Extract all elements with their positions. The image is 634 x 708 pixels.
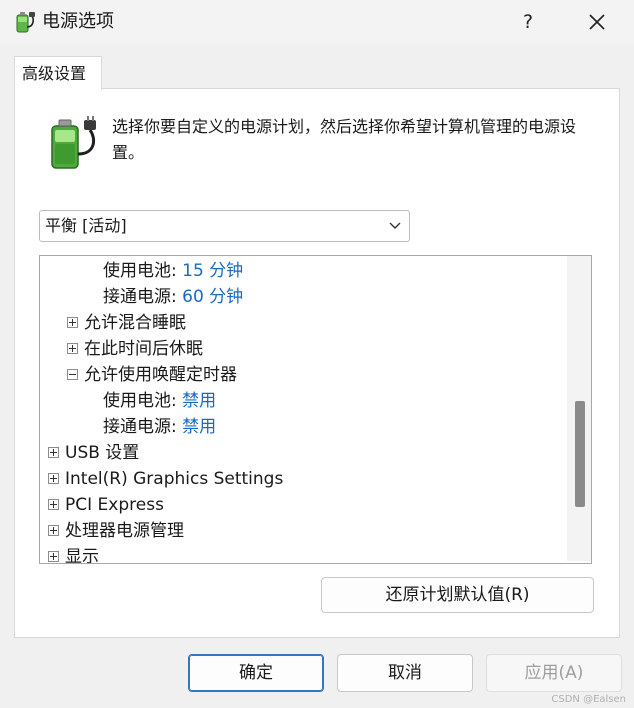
tree-item-label: PCI Express — [65, 495, 164, 515]
cancel-button[interactable]: 取消 — [337, 654, 473, 692]
tree-item-label: 使用电池: 禁用 — [103, 391, 217, 411]
tab-advanced-settings[interactable]: 高级设置 — [14, 56, 102, 90]
expand-plus-icon[interactable] — [48, 473, 59, 484]
setting-value-link[interactable]: 15 分钟 — [182, 261, 243, 281]
tree-item-label: 接通电源: 禁用 — [103, 417, 217, 437]
settings-tree[interactable]: 使用电池: 15 分钟 接通电源: 60 分钟 允许混合睡眠 在此时间后休眠 允… — [39, 255, 592, 564]
close-button[interactable] — [577, 7, 617, 37]
battery-plug-icon — [51, 116, 96, 169]
expand-plus-icon[interactable] — [48, 447, 59, 458]
chevron-down-icon — [389, 222, 401, 229]
close-icon — [589, 14, 605, 30]
battery-plug-icon — [16, 12, 35, 33]
expand-plus-icon[interactable] — [67, 343, 78, 354]
ok-button[interactable]: 确定 — [188, 654, 324, 692]
tree-item-label: 接通电源: 60 分钟 — [103, 287, 244, 307]
title-bar: 电源选项 ? — [0, 0, 634, 44]
apply-button[interactable]: 应用(A) — [486, 654, 622, 692]
tree-item-label: 使用电池: 15 分钟 — [103, 261, 244, 281]
tree-item-label: 允许混合睡眠 — [84, 313, 186, 333]
setting-value-link[interactable]: 禁用 — [182, 391, 216, 411]
restore-defaults-button[interactable]: 还原计划默认值(R) — [321, 577, 594, 613]
vertical-scrollbar[interactable] — [567, 256, 591, 561]
intro-text: 选择你要自定义的电源计划，然后选择你希望计算机管理的电源设置。 — [112, 117, 577, 162]
tree-item-label: 处理器电源管理 — [65, 521, 184, 541]
window-title: 电源选项 — [42, 11, 114, 32]
power-plan-dropdown[interactable]: 平衡 [活动] — [39, 210, 410, 242]
help-button[interactable]: ? — [508, 7, 548, 37]
expand-plus-icon[interactable] — [67, 317, 78, 328]
scrollbar-thumb[interactable] — [575, 401, 585, 507]
tree-item-label: 显示 — [65, 547, 99, 564]
watermark: CSDN @Ealsen — [551, 694, 626, 705]
collapse-minus-icon[interactable] — [67, 369, 78, 380]
tree-item-label: 在此时间后休眠 — [84, 339, 203, 359]
setting-value-link[interactable]: 禁用 — [182, 417, 216, 437]
setting-value-link[interactable]: 60 分钟 — [182, 287, 243, 307]
expand-plus-icon[interactable] — [48, 551, 59, 562]
tree-item-label: 允许使用唤醒定时器 — [84, 365, 237, 385]
power-plan-value: 平衡 [活动] — [45, 216, 127, 235]
tab-label: 高级设置 — [22, 64, 87, 83]
tree-item-label: Intel(R) Graphics Settings — [65, 469, 284, 489]
tree-item-label: USB 设置 — [65, 443, 140, 463]
expand-plus-icon[interactable] — [48, 525, 59, 536]
expand-plus-icon[interactable] — [48, 499, 59, 510]
